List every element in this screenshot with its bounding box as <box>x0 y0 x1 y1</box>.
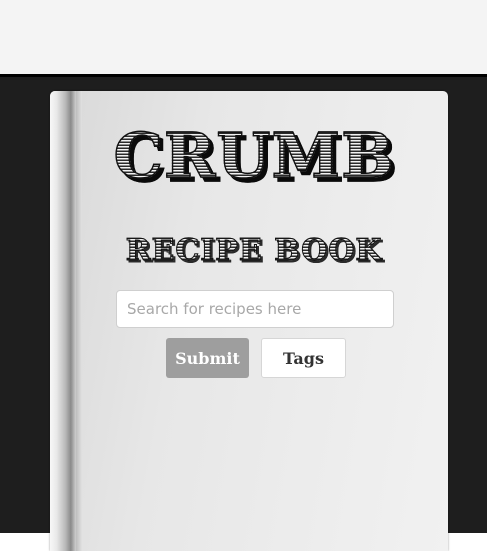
search-input[interactable] <box>116 290 394 328</box>
app-title: CRUMB <box>55 120 448 191</box>
recipe-book-cover: CRUMB RECIPE BOOK Submit Tags <box>50 91 448 551</box>
top-bar <box>0 0 487 75</box>
app-subtitle: RECIPE BOOK <box>55 233 448 269</box>
tags-button[interactable]: Tags <box>261 338 346 378</box>
submit-button[interactable]: Submit <box>166 338 249 378</box>
